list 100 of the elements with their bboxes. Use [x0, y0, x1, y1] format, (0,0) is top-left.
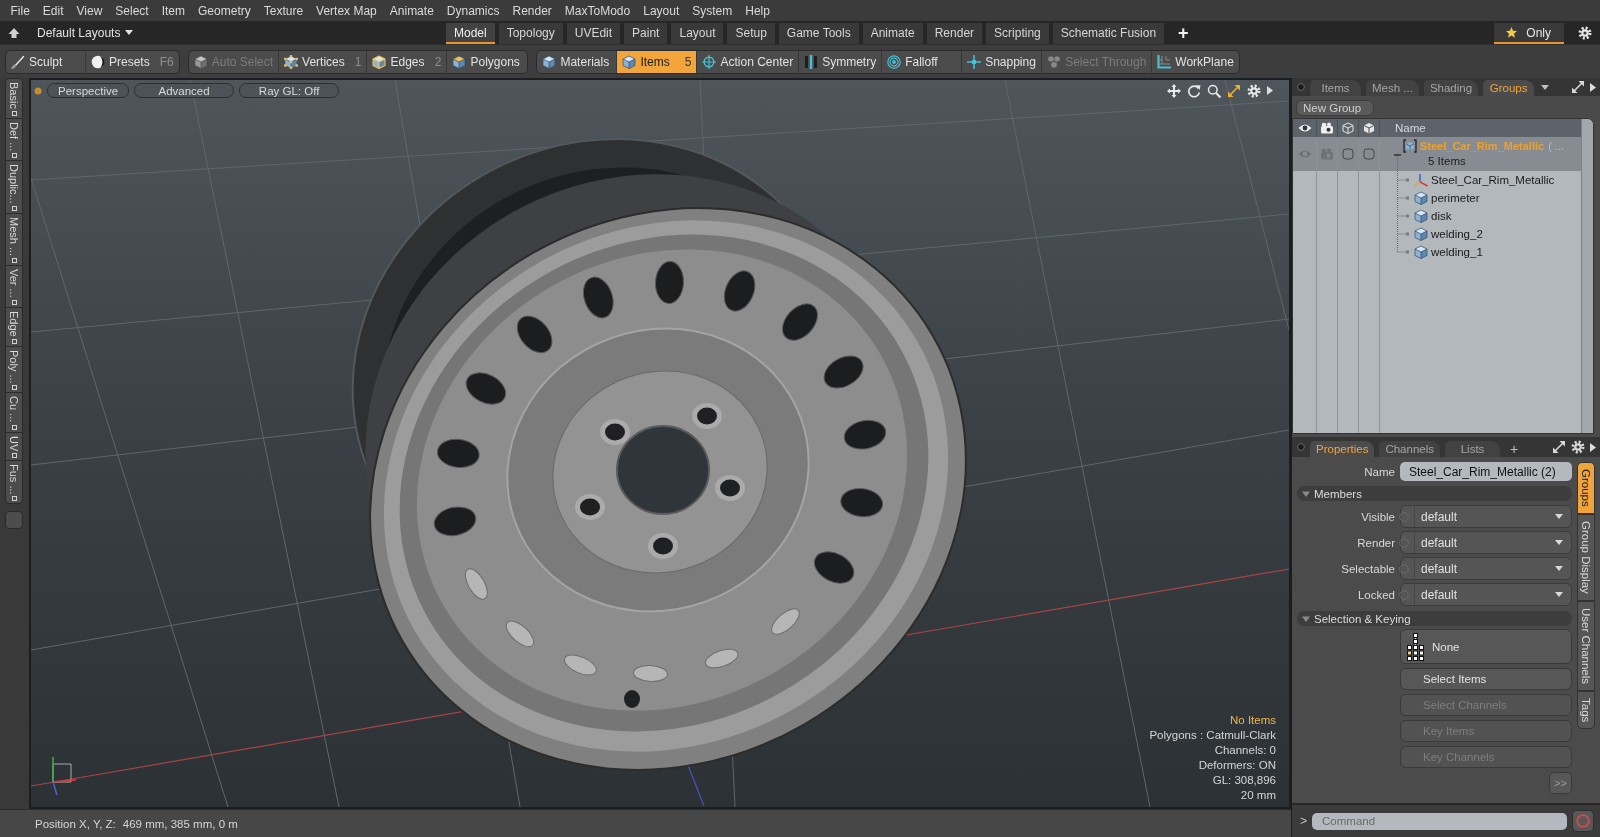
panel-tab[interactable]: Lists: [1445, 441, 1500, 457]
tool-button[interactable]: Symmetry: [799, 50, 883, 73]
tool-button[interactable]: Action Center: [697, 50, 800, 73]
panel-tab[interactable]: Shading: [1423, 80, 1479, 96]
layout-tab[interactable]: Layout: [671, 23, 724, 44]
list-row[interactable]: welding_1: [1293, 243, 1581, 261]
viewport-button[interactable]: Perspective: [47, 83, 130, 98]
new-group-button[interactable]: New Group: [1296, 100, 1374, 116]
menu-item[interactable]: Select: [108, 1, 156, 20]
panel-tab[interactable]: Items: [1310, 80, 1361, 96]
menu-item[interactable]: Animate: [383, 1, 441, 20]
tool-button[interactable]: Presets F6: [86, 50, 179, 73]
layout-tab[interactable]: Setup: [727, 23, 775, 44]
section-header[interactable]: Selection & Keying: [1297, 611, 1572, 626]
layout-dropdown[interactable]: Default Layouts: [37, 25, 134, 40]
up-arrow-icon[interactable]: [8, 26, 20, 39]
list-row[interactable]: welding_2: [1293, 225, 1581, 243]
right-triangle-icon[interactable]: [1590, 442, 1596, 452]
add-tab-button[interactable]: +: [1506, 441, 1523, 457]
tool-button[interactable]: Vertices 1: [279, 50, 368, 73]
side-tab[interactable]: Group Display: [1577, 513, 1595, 601]
eye-icon[interactable]: [1297, 123, 1312, 133]
menu-item[interactable]: Edit: [36, 1, 71, 20]
side-tab[interactable]: User Channels: [1577, 600, 1595, 691]
camera-icon[interactable]: [1320, 122, 1334, 134]
list-row[interactable]: disk: [1293, 207, 1581, 225]
only-toggle[interactable]: Only: [1494, 23, 1564, 44]
command-field[interactable]: Command: [1312, 812, 1567, 830]
dropdown[interactable]: default: [1400, 505, 1572, 528]
menu-item[interactable]: Item: [155, 1, 192, 20]
empty-square-icon[interactable]: [1363, 148, 1375, 160]
palette-tab[interactable]: Cu ...: [6, 393, 22, 433]
list-row[interactable]: Steel_Car_Rim_Metallic: [1293, 171, 1581, 189]
tool-button[interactable]: Falloff: [882, 50, 963, 73]
right-triangle-icon[interactable]: [1267, 86, 1273, 95]
gear-icon[interactable]: [1247, 83, 1261, 98]
search-icon[interactable]: [1207, 83, 1221, 98]
menu-item[interactable]: Help: [738, 1, 777, 20]
action-button[interactable]: Select Items: [1400, 668, 1572, 690]
layout-tab[interactable]: Animate: [862, 23, 923, 44]
viewport-button[interactable]: Ray GL: Off: [239, 83, 340, 98]
layout-tab[interactable]: Paint: [624, 23, 668, 44]
layout-tab[interactable]: Schematic Fusion: [1052, 23, 1165, 44]
right-triangle-icon[interactable]: [1590, 82, 1596, 92]
palette-tab[interactable]: Duplic...: [6, 161, 22, 214]
panel-tab[interactable]: Properties: [1310, 441, 1375, 457]
name-field[interactable]: Steel_Car_Rim_Metallic (2): [1400, 462, 1572, 481]
menu-item[interactable]: View: [70, 1, 109, 20]
rotate-icon[interactable]: [1187, 83, 1201, 98]
dropdown[interactable]: default: [1400, 531, 1572, 554]
maximize-icon[interactable]: [1227, 83, 1241, 98]
menu-item[interactable]: Texture: [257, 1, 310, 20]
viewport[interactable]: Perspective Advanced Ray GL: Off No Items Polygons : Catmull-Clark Channels: 0 Deformers: ON GL: 308,896 20 mm: [29, 78, 1291, 809]
tool-button[interactable]: Sculpt: [6, 50, 86, 73]
maximize-icon[interactable]: [1552, 440, 1566, 454]
layout-tab[interactable]: Scripting: [986, 23, 1049, 44]
menu-item[interactable]: Dynamics: [440, 1, 506, 20]
list-row[interactable]: perimeter: [1293, 189, 1581, 207]
gear-icon[interactable]: [1578, 25, 1592, 40]
column-header[interactable]: Name: [1395, 122, 1426, 134]
panel-tab[interactable]: Groups: [1483, 80, 1535, 96]
dropdown[interactable]: default: [1400, 583, 1572, 606]
panel-tab[interactable]: Mesh ...: [1366, 80, 1419, 96]
palette-tab[interactable]: Basic: [6, 79, 22, 119]
palette-tab[interactable]: Edge: [6, 307, 22, 347]
dot-icon[interactable]: [1297, 83, 1305, 91]
palette-tab[interactable]: Ver ...: [6, 266, 22, 308]
dropdown[interactable]: default: [1400, 557, 1572, 580]
cube-icon[interactable]: [1363, 122, 1375, 134]
dot-icon[interactable]: [34, 86, 42, 95]
wire-cube-icon[interactable]: [1342, 122, 1354, 134]
menu-item[interactable]: Vertex Map: [309, 1, 384, 20]
palette-tab[interactable]: Poly ...: [6, 346, 22, 394]
viewport-button[interactable]: Advanced: [134, 83, 235, 98]
gear-icon[interactable]: [1571, 440, 1585, 454]
dot-icon[interactable]: [1297, 443, 1305, 451]
layout-tab[interactable]: Model: [446, 23, 495, 44]
side-tab[interactable]: Tags: [1577, 690, 1595, 729]
menu-item[interactable]: File: [4, 1, 37, 20]
tool-button[interactable]: Edges 2: [367, 50, 448, 73]
menu-item[interactable]: Layout: [636, 1, 686, 20]
list-row[interactable]: Steel_Car_Rim_Metallic ( ... 5 Items: [1293, 137, 1581, 171]
panel-tab[interactable]: Channels: [1379, 441, 1440, 457]
tool-button[interactable]: Items 5: [617, 50, 698, 73]
record-button[interactable]: [1572, 810, 1594, 832]
layout-tab[interactable]: Topology: [498, 23, 563, 44]
palette-tab[interactable]: Def ...: [6, 118, 22, 162]
move-icon[interactable]: [1167, 83, 1181, 98]
palette-tab[interactable]: Fus ...: [6, 460, 22, 504]
menu-item[interactable]: Geometry: [191, 1, 258, 20]
menu-item[interactable]: Render: [506, 1, 559, 20]
maximize-icon[interactable]: [1571, 80, 1585, 94]
tool-button[interactable]: Polygons: [447, 50, 528, 73]
empty-square-icon[interactable]: [1342, 148, 1354, 160]
menu-item[interactable]: MaxToModo: [558, 1, 637, 20]
layout-tab[interactable]: Render: [926, 23, 983, 44]
palette-tab[interactable]: Mesh ...: [6, 214, 22, 267]
section-header[interactable]: Members: [1297, 486, 1572, 501]
palette-toggle-button[interactable]: [5, 511, 23, 530]
palette-tab[interactable]: UV: [6, 432, 22, 461]
